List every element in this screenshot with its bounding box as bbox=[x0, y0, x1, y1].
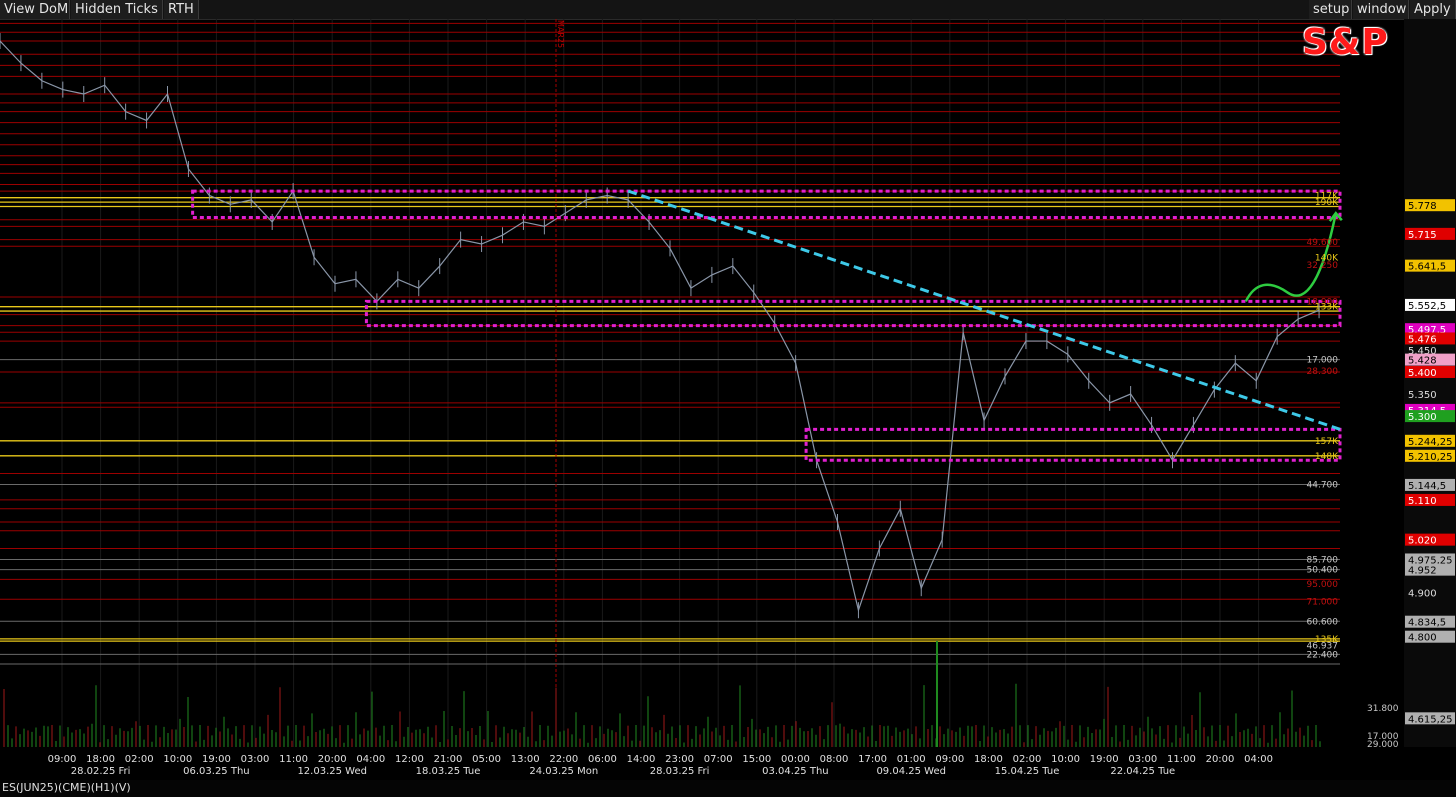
volume-label: 31.800 bbox=[1367, 704, 1399, 714]
price-axis-label: 4.800 bbox=[1408, 633, 1437, 644]
x-tick-label: 17:00 bbox=[858, 754, 887, 765]
x-date-label: 06.03.25 Thu bbox=[183, 766, 250, 777]
x-tick-label: 09:00 bbox=[935, 754, 964, 765]
x-tick-label: 04:00 bbox=[1244, 754, 1273, 765]
x-tick-label: 22:00 bbox=[549, 754, 578, 765]
price-axis-label: 5.778 bbox=[1408, 201, 1437, 212]
level-label: 50.400 bbox=[1307, 566, 1339, 576]
x-tick-label: 07:00 bbox=[704, 754, 733, 765]
price-axis-label: 5.350 bbox=[1408, 390, 1437, 401]
x-tick-label: 06:00 bbox=[588, 754, 617, 765]
level-label: 95.000 bbox=[1307, 580, 1339, 590]
level-label: 157K bbox=[1315, 437, 1339, 447]
x-date-label: 03.04.25 Thu bbox=[762, 766, 829, 777]
volume-label: 29.000 bbox=[1367, 740, 1399, 750]
price-axis-label: 4.900 bbox=[1408, 589, 1437, 600]
price-axis-label: 4.952 bbox=[1408, 566, 1437, 577]
sp-logo: S&P bbox=[1302, 22, 1389, 63]
price-axis-label: 5.110 bbox=[1408, 496, 1437, 507]
x-tick-label: 08:00 bbox=[820, 754, 849, 765]
instrument-label: ES(JUN25)(CME)(H1)(V) bbox=[2, 781, 131, 794]
x-date-label: 12.03.25 Wed bbox=[297, 766, 367, 777]
price-axis-label: 5.400 bbox=[1408, 368, 1437, 379]
price-axis-label: 5.552,5 bbox=[1408, 301, 1446, 312]
apply-button[interactable]: Apply bbox=[1410, 0, 1456, 19]
price-axis-label: 4.615,25 bbox=[1408, 714, 1453, 725]
x-tick-label: 19:00 bbox=[1090, 754, 1119, 765]
price-axis-label: 5.144,5 bbox=[1408, 481, 1446, 492]
level-label: 190K bbox=[1315, 198, 1339, 208]
date-marker-label: MAR25 bbox=[556, 20, 565, 49]
zone-box bbox=[364, 299, 1342, 328]
level-label: 85.700 bbox=[1307, 555, 1339, 565]
level-label: 133K bbox=[1315, 303, 1339, 313]
price-axis-label: 5.210,25 bbox=[1408, 452, 1453, 463]
zone-box bbox=[191, 189, 1342, 220]
x-tick-label: 03:00 bbox=[241, 754, 270, 765]
x-tick-label: 02:00 bbox=[1013, 754, 1042, 765]
x-tick-label: 10:00 bbox=[163, 754, 192, 765]
x-tick-label: 18:00 bbox=[974, 754, 1003, 765]
rth-button[interactable]: RTH bbox=[164, 0, 199, 19]
x-date-label: 09.04.25 Wed bbox=[876, 766, 946, 777]
x-tick-label: 14:00 bbox=[627, 754, 656, 765]
x-tick-label: 20:00 bbox=[318, 754, 347, 765]
x-tick-label: 13:00 bbox=[511, 754, 540, 765]
x-tick-label: 10:00 bbox=[1051, 754, 1080, 765]
toolbar: View DoM Hidden Ticks RTH setup window A… bbox=[0, 0, 1456, 20]
x-tick-label: 19:00 bbox=[202, 754, 231, 765]
price-axis-label: 4.834,5 bbox=[1408, 618, 1446, 629]
price-axis-label: 5.300 bbox=[1408, 412, 1437, 423]
window-button[interactable]: window bbox=[1353, 0, 1409, 19]
level-label: 28.300 bbox=[1307, 367, 1339, 377]
x-tick-label: 03:00 bbox=[1128, 754, 1157, 765]
x-tick-label: 01:00 bbox=[897, 754, 926, 765]
x-tick-label: 11:00 bbox=[279, 754, 308, 765]
x-tick-label: 21:00 bbox=[434, 754, 463, 765]
level-label: 17.000 bbox=[1307, 356, 1339, 366]
x-tick-label: 00:00 bbox=[781, 754, 810, 765]
x-date-label: 15.04.25 Tue bbox=[995, 766, 1060, 777]
level-label: 71.000 bbox=[1307, 597, 1339, 607]
x-date-label: 18.03.25 Tue bbox=[416, 766, 481, 777]
setup-button[interactable]: setup bbox=[1309, 0, 1352, 19]
level-label: 60.600 bbox=[1307, 617, 1339, 627]
price-axis-label: 5.020 bbox=[1408, 536, 1437, 547]
view-dom-button[interactable]: View DoM bbox=[0, 0, 70, 19]
x-tick-label: 18:00 bbox=[86, 754, 115, 765]
x-tick-label: 04:00 bbox=[356, 754, 385, 765]
level-label: 49.600 bbox=[1307, 238, 1339, 248]
x-date-label: 24.03.25 Mon bbox=[529, 766, 598, 777]
x-date-label: 28.03.25 Fri bbox=[650, 766, 710, 777]
x-tick-label: 23:00 bbox=[665, 754, 694, 765]
price-axis-label: 5.715 bbox=[1408, 230, 1437, 241]
price-chart[interactable]: 117K190K49.600140K32.25018.900133K17.000… bbox=[0, 19, 1456, 780]
instrument-footer: ES(JUN25)(CME)(H1)(V) bbox=[0, 780, 1456, 797]
price-axis-label: 5.428 bbox=[1408, 356, 1437, 367]
hidden-ticks-button[interactable]: Hidden Ticks bbox=[71, 0, 163, 19]
level-label: 22.400 bbox=[1307, 650, 1339, 660]
x-date-label: 28.02.25 Fri bbox=[71, 766, 131, 777]
x-tick-label: 09:00 bbox=[48, 754, 77, 765]
x-tick-label: 12:00 bbox=[395, 754, 424, 765]
level-label: 32.250 bbox=[1307, 261, 1339, 271]
price-axis-label: 5.244,25 bbox=[1408, 437, 1453, 448]
level-label: 44.700 bbox=[1307, 480, 1339, 490]
x-tick-label: 02:00 bbox=[125, 754, 154, 765]
x-tick-label: 20:00 bbox=[1206, 754, 1235, 765]
x-tick-label: 15:00 bbox=[742, 754, 771, 765]
price-axis-label: 5.476 bbox=[1408, 334, 1437, 345]
price-axis-label: 5.641,5 bbox=[1408, 262, 1446, 273]
x-date-label: 22.04.25 Tue bbox=[1110, 766, 1175, 777]
level-label: 148K bbox=[1315, 452, 1339, 462]
x-tick-label: 11:00 bbox=[1167, 754, 1196, 765]
x-tick-label: 05:00 bbox=[472, 754, 501, 765]
